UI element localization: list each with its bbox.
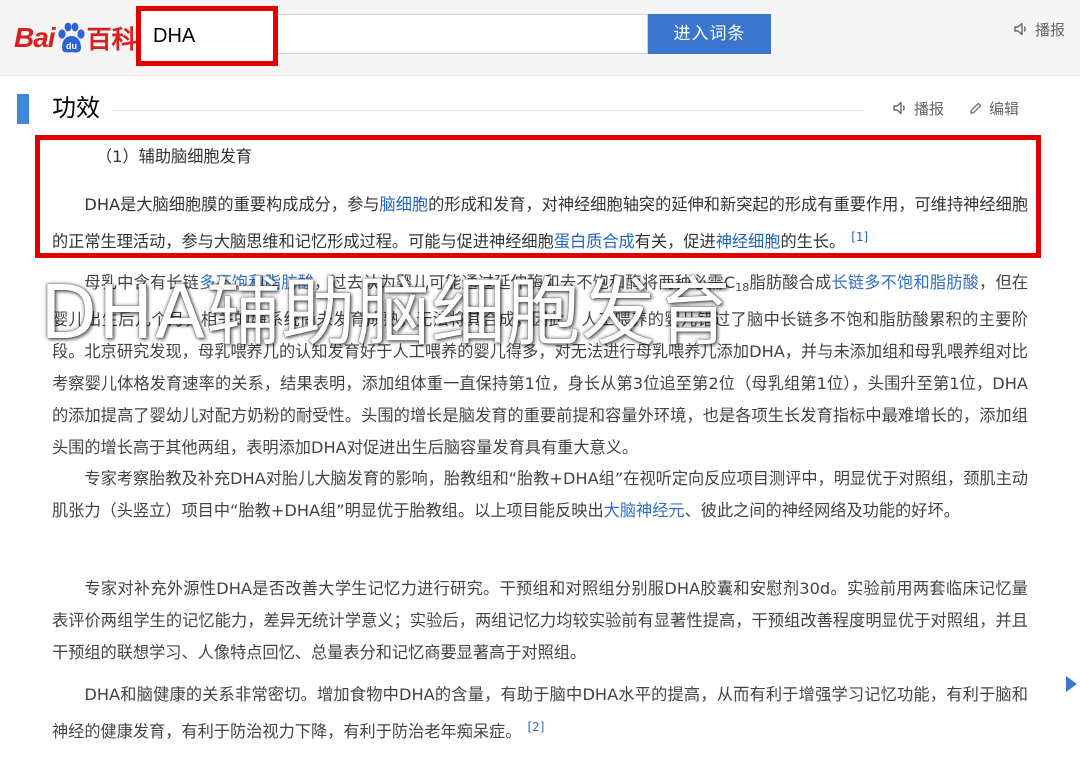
- p2-text-1: 母乳中含有长链: [84, 273, 200, 292]
- link-protein-synthesis[interactable]: 蛋白质合成: [554, 232, 635, 251]
- p2-text-4: ，但在婴儿出生后几个月，相关的酶系统尚未发育成熟，无法将其合成，因此，人工喂养的…: [52, 273, 1029, 457]
- section-title: 功效: [52, 94, 100, 122]
- paragraph-2: 母乳中含有长链多不饱和脂肪酸，过去认为婴儿可能通过延伸酶和去不饱和酶将两种必需C…: [52, 267, 1028, 464]
- section-divider: [112, 110, 864, 111]
- paragraph-3: 专家考察胎教及补充DHA对胎儿大脑发育的影响，胎教组和“胎教+DHA组”在视听定…: [52, 463, 1028, 527]
- link-nerve-cell[interactable]: 神经细胞: [716, 232, 781, 251]
- p2-text-2: ，过去认为婴儿可能通过延伸酶和去不饱和酶将两种必需C: [313, 273, 736, 292]
- baidu-baike-logo[interactable]: Bai du 百科: [14, 20, 137, 56]
- reference-2[interactable]: [2]: [527, 720, 544, 734]
- paw-icon: du: [57, 22, 85, 53]
- enter-entry-button[interactable]: 进入词条: [648, 14, 771, 54]
- side-arrow-icon[interactable]: [1066, 676, 1077, 692]
- p2-text-3: 脂肪酸合成: [749, 273, 832, 292]
- section-marker: [17, 94, 29, 124]
- subheading: （1）辅助脑细胞发育: [96, 147, 252, 166]
- p1-text-3: 有关，促进: [634, 232, 716, 251]
- paragraph-1: DHA是大脑细胞膜的重要构成成分，参与脑细胞的形成和发育，对神经细胞轴突的延伸和…: [52, 189, 1028, 258]
- section-actions: 播报 编辑: [892, 97, 1019, 119]
- paragraph-4: 专家对补充外源性DHA是否改善大学生记忆力进行研究。干预组和对照组分别服DHA胶…: [52, 579, 1028, 662]
- link-brain-neuron[interactable]: 大脑神经元: [604, 501, 685, 520]
- section-play-label: 播报: [914, 99, 945, 118]
- section-edit-label: 编辑: [989, 99, 1020, 118]
- logo-text-baike: 百科: [86, 25, 137, 54]
- p1-text-1: DHA是大脑细胞膜的重要构成成分，参与: [84, 195, 380, 214]
- top-play-label: 播报: [1035, 20, 1066, 39]
- section-play-button[interactable]: 播报: [892, 98, 944, 119]
- search-box[interactable]: [136, 6, 278, 66]
- svg-text:du: du: [66, 41, 77, 51]
- search-input[interactable]: [153, 23, 261, 49]
- speaker-icon: [893, 101, 905, 115]
- top-play-button[interactable]: 播报: [1013, 18, 1065, 40]
- p3-text-2: 、彼此之间的神经网络及功能的好坏。: [684, 501, 960, 520]
- p2-subscript: 18: [735, 281, 750, 294]
- link-lc-pufa[interactable]: 长链多不饱和脂肪酸: [831, 273, 979, 292]
- speaker-icon: [1014, 22, 1026, 36]
- paragraph-5: DHA和脑健康的关系非常密切。增加食物中DHA的含量，有助于脑中DHA水平的提高…: [52, 679, 1028, 748]
- link-brain-cell[interactable]: 脑细胞: [380, 195, 429, 214]
- link-pufa[interactable]: 多不饱和脂肪酸: [199, 273, 314, 292]
- p1-text-4: 的生长。: [780, 232, 846, 251]
- section-edit-button[interactable]: 编辑: [968, 98, 1019, 119]
- top-bar: Bai du 百科 进入词条 播报: [0, 0, 1080, 76]
- reference-1[interactable]: [1]: [851, 230, 868, 244]
- logo-text-bai: Bai: [14, 22, 56, 53]
- search-field-frame[interactable]: [278, 14, 648, 54]
- pencil-icon: [970, 102, 982, 114]
